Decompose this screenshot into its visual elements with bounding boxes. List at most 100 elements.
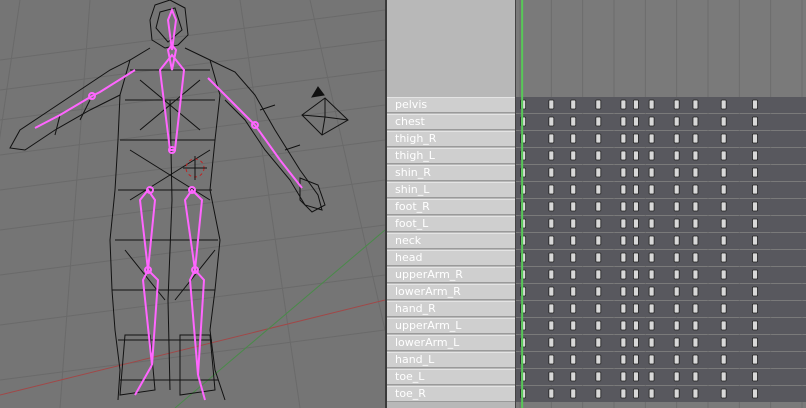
keyframe[interactable]	[752, 337, 758, 348]
keyframe[interactable]	[720, 218, 727, 229]
keyframe[interactable]	[620, 150, 627, 161]
keyframe[interactable]	[720, 184, 727, 195]
channel-row-foot_L[interactable]: foot_L	[387, 216, 515, 232]
keyframe[interactable]	[620, 167, 627, 178]
keyframe[interactable]	[720, 99, 727, 110]
keyframe[interactable]	[720, 252, 727, 263]
keyframe[interactable]	[720, 235, 727, 246]
keyframe[interactable]	[752, 218, 758, 229]
keyframe[interactable]	[752, 133, 758, 144]
keyframe[interactable]	[633, 252, 639, 263]
keyframe[interactable]	[633, 133, 639, 144]
keyframe[interactable]	[720, 269, 727, 280]
keyframe[interactable]	[720, 320, 727, 331]
keyframe[interactable]	[570, 303, 577, 314]
keyframe[interactable]	[692, 337, 699, 348]
keyframe[interactable]	[570, 133, 577, 144]
keyframe[interactable]	[633, 184, 639, 195]
keyframe[interactable]	[648, 133, 655, 144]
keyframe[interactable]	[692, 269, 699, 280]
keyframe[interactable]	[570, 269, 577, 280]
keyframe[interactable]	[620, 286, 627, 297]
keyframe[interactable]	[595, 116, 602, 127]
keyframe[interactable]	[595, 286, 602, 297]
keyframe[interactable]	[633, 116, 639, 127]
keyframe[interactable]	[692, 184, 699, 195]
keyframe[interactable]	[673, 303, 680, 314]
keyframe[interactable]	[570, 218, 577, 229]
channel-row-lowerArm_R[interactable]: lowerArm_R	[387, 284, 515, 300]
keyframe[interactable]	[673, 320, 680, 331]
keyframe[interactable]	[673, 269, 680, 280]
keyframe[interactable]	[648, 337, 655, 348]
keyframe[interactable]	[570, 150, 577, 161]
channel-row-neck[interactable]: neck	[387, 233, 515, 249]
keyframe[interactable]	[673, 133, 680, 144]
channel-row-thigh_L[interactable]: thigh_L	[387, 148, 515, 164]
keyframe[interactable]	[648, 167, 655, 178]
keyframe[interactable]	[752, 184, 758, 195]
keyframe[interactable]	[692, 201, 699, 212]
keyframe[interactable]	[595, 218, 602, 229]
keyframe[interactable]	[595, 201, 602, 212]
keyframe[interactable]	[648, 286, 655, 297]
keyframe[interactable]	[692, 252, 699, 263]
keyframe[interactable]	[570, 354, 577, 365]
keyframe[interactable]	[648, 320, 655, 331]
keyframe[interactable]	[548, 167, 555, 178]
keyframe[interactable]	[752, 388, 758, 399]
keyframe[interactable]	[692, 133, 699, 144]
channel-row-chest[interactable]: chest	[387, 114, 515, 130]
keyframe[interactable]	[752, 252, 758, 263]
keyframe[interactable]	[548, 371, 555, 382]
keyframe[interactable]	[548, 184, 555, 195]
keyframe[interactable]	[720, 150, 727, 161]
keyframe[interactable]	[692, 388, 699, 399]
keyframe[interactable]	[595, 320, 602, 331]
keyframe[interactable]	[620, 99, 627, 110]
channel-row-hand_L[interactable]: hand_L	[387, 352, 515, 368]
keyframe[interactable]	[620, 354, 627, 365]
keyframe[interactable]	[648, 235, 655, 246]
keyframe[interactable]	[752, 167, 758, 178]
keyframe[interactable]	[548, 252, 555, 263]
keyframe[interactable]	[648, 303, 655, 314]
keyframe[interactable]	[673, 218, 680, 229]
keyframe[interactable]	[692, 286, 699, 297]
keyframe[interactable]	[720, 354, 727, 365]
keyframe[interactable]	[720, 388, 727, 399]
keyframe[interactable]	[620, 371, 627, 382]
keyframe[interactable]	[548, 286, 555, 297]
keyframe[interactable]	[620, 303, 627, 314]
keyframe[interactable]	[595, 235, 602, 246]
keyframe[interactable]	[548, 388, 555, 399]
keyframe[interactable]	[648, 218, 655, 229]
keyframe[interactable]	[595, 371, 602, 382]
keyframe[interactable]	[633, 218, 639, 229]
keyframe[interactable]	[673, 286, 680, 297]
keyframe[interactable]	[752, 201, 758, 212]
keyframe[interactable]	[620, 116, 627, 127]
keyframe[interactable]	[570, 99, 577, 110]
keyframe[interactable]	[620, 218, 627, 229]
keyframe[interactable]	[720, 201, 727, 212]
keyframe[interactable]	[648, 201, 655, 212]
keyframe[interactable]	[548, 133, 555, 144]
keyframe[interactable]	[673, 99, 680, 110]
keyframe[interactable]	[752, 150, 758, 161]
channel-row-upperArm_L[interactable]: upperArm_L	[387, 318, 515, 334]
keyframe[interactable]	[620, 133, 627, 144]
channel-row-toe_R[interactable]: toe_R	[387, 386, 515, 402]
keyframe[interactable]	[673, 116, 680, 127]
keyframe[interactable]	[620, 235, 627, 246]
keyframe[interactable]	[633, 201, 639, 212]
keyframe[interactable]	[548, 201, 555, 212]
keyframe[interactable]	[692, 354, 699, 365]
keyframe[interactable]	[648, 252, 655, 263]
keyframe[interactable]	[673, 252, 680, 263]
keyframe[interactable]	[633, 286, 639, 297]
keyframe[interactable]	[648, 371, 655, 382]
keyframe[interactable]	[673, 184, 680, 195]
keyframe[interactable]	[548, 303, 555, 314]
keyframe[interactable]	[570, 116, 577, 127]
